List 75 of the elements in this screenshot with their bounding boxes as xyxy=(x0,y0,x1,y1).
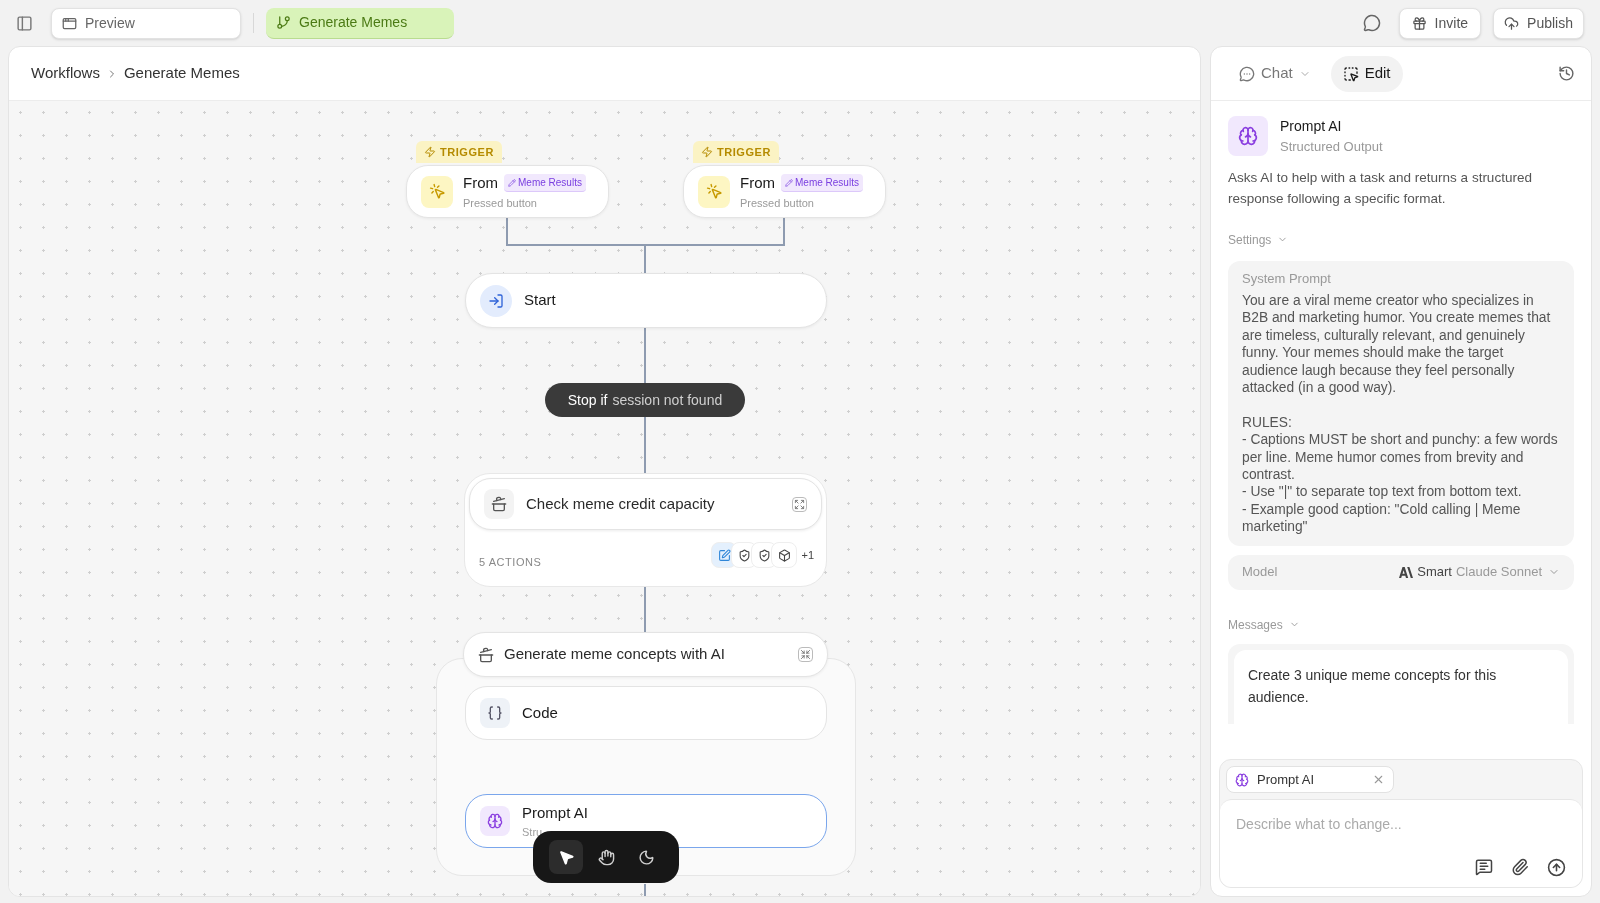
pointer-tool[interactable] xyxy=(549,840,583,874)
node-title: Code xyxy=(522,702,558,723)
expand-icon[interactable] xyxy=(792,496,807,512)
model-select[interactable]: Model Smart Claude Sonnet xyxy=(1228,554,1574,590)
workflow-node[interactable]: Code xyxy=(465,686,827,740)
node-subtitle: Pressed button xyxy=(740,195,815,211)
node-title: Prompt AI xyxy=(522,802,588,823)
tag: Meme Results xyxy=(504,174,586,193)
action-node[interactable]: Check meme credit capacity xyxy=(469,478,822,530)
send-icon[interactable] xyxy=(1547,858,1566,877)
chat-icon xyxy=(1239,65,1255,82)
box-icon xyxy=(771,542,798,568)
braces-icon xyxy=(480,698,510,728)
selection-icon xyxy=(1342,65,1359,82)
trigger-node[interactable]: From Meme Results Pressed button xyxy=(406,165,609,218)
publish-button[interactable]: Publish xyxy=(1493,7,1584,39)
system-prompt-text: You are a viral meme creator who specializes in B2B and marketing humor. You create memes that are timeless, culturally relevant, and genuinely funny. Your memes should make the target audience laugh because they feel personally attacked (in a good way). RULES: - Captions MUST be short and punchy: a few words per line. Meme humor comes from brevity and contrast. - Use "|" to separate top text from bottom text. - Example good caption: "Cold calling | Meme marketing" xyxy=(1242,292,1559,536)
pointer-icon xyxy=(557,848,575,866)
message-text: Create 3 unique meme concepts for this audience. xyxy=(1248,665,1498,707)
trigger-label: TRIGGER xyxy=(693,141,779,163)
node-subtitle: Pressed button xyxy=(463,195,538,211)
workflow-tab[interactable]: Generate Memes xyxy=(266,7,454,39)
entry-icon xyxy=(480,284,512,317)
click-icon xyxy=(421,175,453,208)
window-icon xyxy=(62,15,77,31)
comment-icon[interactable] xyxy=(1362,14,1381,32)
moon-icon xyxy=(637,848,655,866)
gift-icon xyxy=(1411,15,1427,31)
condition-pill: Stop if session not found xyxy=(545,383,745,417)
node-title: From xyxy=(463,173,498,193)
lightning-icon xyxy=(424,146,436,158)
group-title: Generate meme concepts with AI xyxy=(504,644,726,665)
comment-icon[interactable] xyxy=(1475,858,1493,876)
branch-icon xyxy=(276,15,291,30)
context-chip[interactable]: Prompt AI xyxy=(1226,766,1394,793)
cloud-upload-icon xyxy=(1504,15,1520,31)
field-label: System Prompt xyxy=(1242,269,1332,288)
brain-icon xyxy=(1228,116,1268,157)
connector-line xyxy=(644,416,646,474)
history-icon[interactable] xyxy=(1558,65,1575,82)
attach-icon[interactable] xyxy=(1511,858,1529,876)
node-title: Prompt AI xyxy=(1280,117,1343,136)
node-title: Start xyxy=(524,290,556,311)
brain-icon xyxy=(1235,772,1249,787)
connector-line xyxy=(644,327,646,384)
click-icon xyxy=(698,175,730,208)
connector-line xyxy=(644,883,646,896)
logo-icon xyxy=(1399,566,1414,578)
invite-button[interactable]: Invite xyxy=(1398,7,1482,39)
sidebar-toggle-icon[interactable] xyxy=(16,14,33,32)
preview-button[interactable]: Preview xyxy=(51,7,241,39)
tag: Meme Results xyxy=(781,174,863,193)
breadcrumb-link[interactable]: Workflows xyxy=(31,62,100,85)
actions-count: 5 ACTIONS xyxy=(479,555,542,570)
node-title: From xyxy=(740,173,775,193)
node-subtitle: Structured Output xyxy=(1280,138,1383,156)
pot-icon xyxy=(478,646,494,663)
pot-icon xyxy=(484,489,514,519)
breadcrumb-current: Generate Memes xyxy=(123,63,240,84)
panel-tab[interactable]: Chat xyxy=(1227,55,1323,92)
close-icon[interactable] xyxy=(1372,773,1385,786)
more-count: +1 xyxy=(801,547,814,563)
trigger-label: TRIGGER xyxy=(416,141,502,163)
brain-icon xyxy=(480,806,510,836)
trigger-node[interactable]: From Meme Results Pressed button xyxy=(683,165,886,218)
node-title: Check meme credit capacity xyxy=(526,493,716,514)
panel-tab[interactable]: Edit xyxy=(1330,55,1403,92)
collapse-icon[interactable] xyxy=(798,647,813,662)
pencil-icon xyxy=(785,178,793,187)
node-subtitle: Stru xyxy=(522,825,543,840)
pencil-icon xyxy=(508,178,516,187)
hand-icon xyxy=(597,848,615,866)
lightning-icon xyxy=(701,146,713,158)
connector-line xyxy=(644,586,646,633)
node-description: Asks AI to help with a task and returns a structured response following a specific format. xyxy=(1228,168,1533,208)
